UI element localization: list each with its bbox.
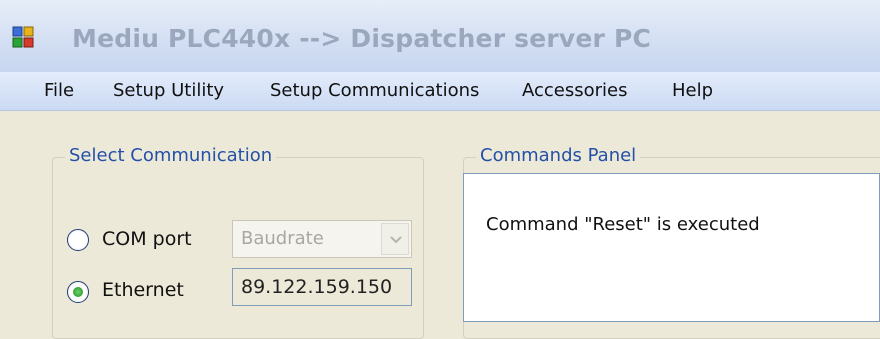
command-status-message: Command "Reset" is executed: [486, 214, 760, 235]
baudrate-placeholder: Baudrate: [241, 228, 324, 249]
select-communication-legend: Select Communication: [65, 145, 277, 166]
baudrate-select[interactable]: Baudrate: [232, 220, 412, 258]
menu-help[interactable]: Help: [672, 80, 713, 101]
ethernet-radio[interactable]: [67, 281, 89, 303]
ip-address-value: 89.122.159.150: [241, 276, 393, 298]
com-port-label[interactable]: COM port: [102, 228, 192, 250]
com-port-radio[interactable]: [67, 229, 89, 251]
commands-output-area[interactable]: Command "Reset" is executed: [463, 173, 880, 322]
window-title: Mediu PLC440x --> Dispatcher server PC: [72, 24, 652, 53]
ethernet-label[interactable]: Ethernet: [102, 279, 184, 301]
menu-file[interactable]: File: [44, 80, 74, 101]
title-bar[interactable]: Mediu PLC440x --> Dispatcher server PC: [0, 0, 880, 72]
menu-setup-utility[interactable]: Setup Utility: [113, 80, 224, 101]
app-window-icon: [12, 26, 34, 48]
menu-setup-communications[interactable]: Setup Communications: [270, 80, 479, 101]
ip-address-field[interactable]: 89.122.159.150: [232, 268, 412, 306]
menu-bar: File Setup Utility Setup Communications …: [0, 72, 880, 111]
menu-accessories[interactable]: Accessories: [522, 80, 628, 101]
chevron-down-icon: [390, 236, 402, 244]
commands-panel-legend: Commands Panel: [476, 145, 641, 166]
radio-selected-dot: [73, 287, 83, 297]
baudrate-dropdown-button[interactable]: [381, 223, 409, 255]
